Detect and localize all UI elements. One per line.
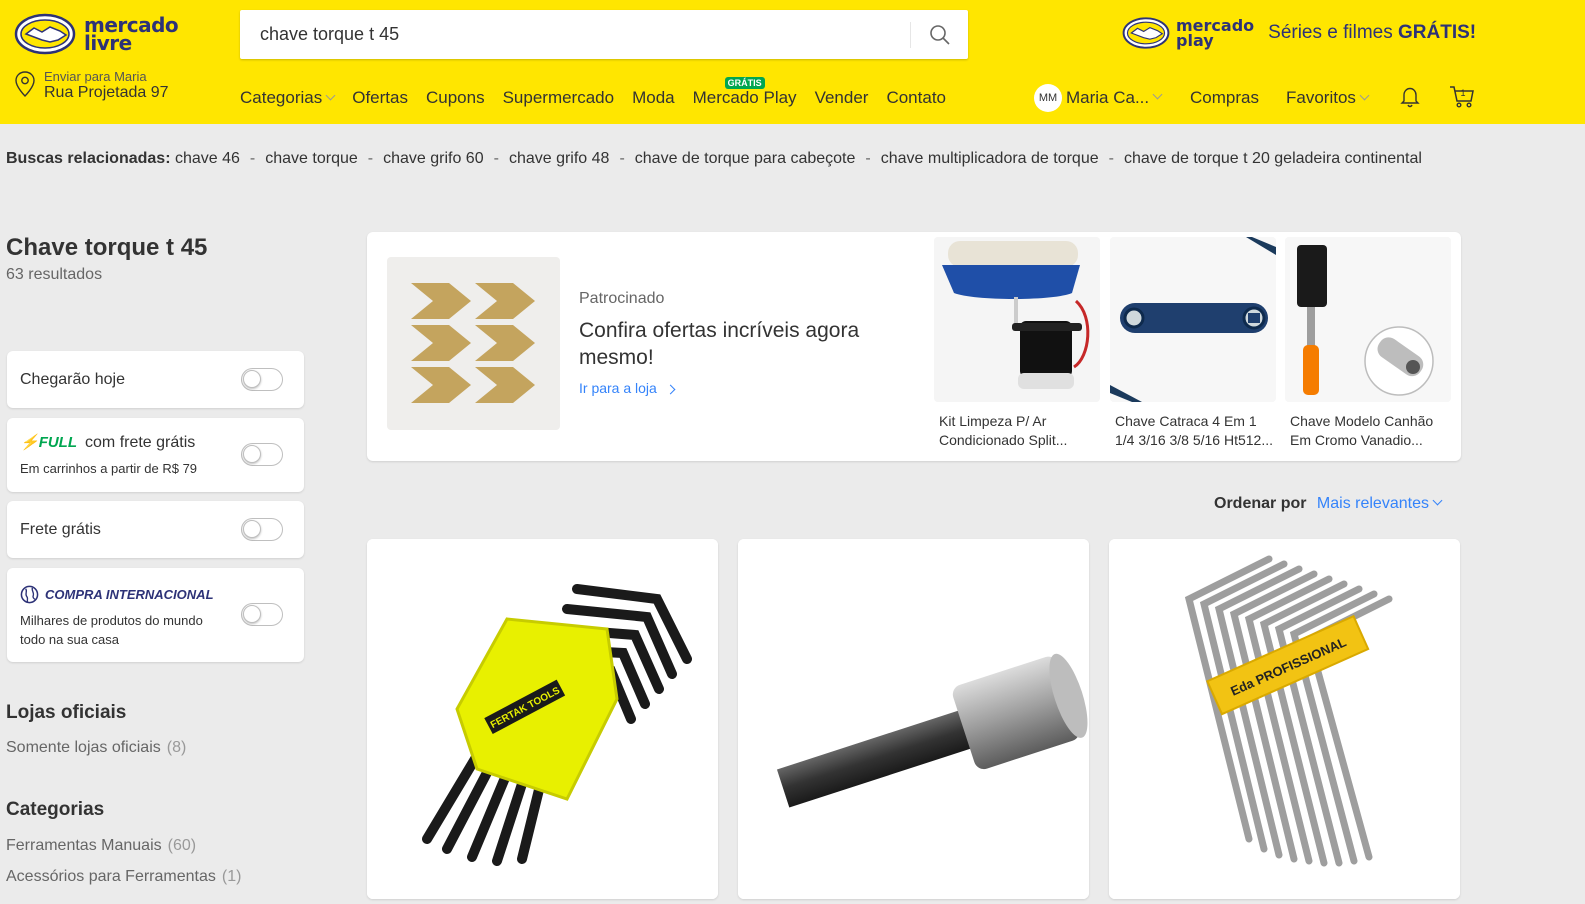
full-toggle[interactable] [241, 443, 283, 466]
go-to-store-link[interactable]: Ir para a loja [579, 380, 676, 396]
sponsored-title: Confira ofertas incríveis agora mesmo! [579, 319, 860, 369]
gratis-badge: GRÁTIS [724, 77, 765, 89]
related-label: Buscas relacionadas: [6, 150, 171, 167]
nav-supermercado[interactable]: Supermercado [503, 88, 615, 108]
chegarao-toggle[interactable] [241, 368, 283, 391]
product-card[interactable]: Eda PROFISSIONAL [1109, 539, 1460, 899]
mercado-play-logo-icon [1122, 17, 1170, 49]
related-link[interactable]: chave 46 [175, 150, 240, 167]
product-image: Eda PROFISSIONAL [1109, 539, 1460, 899]
related-link[interactable]: chave torque [265, 150, 358, 167]
chevron-down-icon [1152, 89, 1163, 99]
nav-ofertas[interactable]: Ofertas [352, 88, 408, 108]
chevron-down-icon [1432, 495, 1443, 506]
search-bar [240, 10, 968, 59]
product-card[interactable]: FERTAK TOOLS [367, 539, 718, 899]
related-link[interactable]: chave de torque para cabeçote [635, 150, 856, 167]
nav-mercado-play[interactable]: GRÁTIS Mercado Play [693, 77, 797, 108]
related-link[interactable]: chave multiplicadora de torque [881, 150, 1099, 167]
globe-icon [20, 585, 39, 604]
filter-compra-internacional: COMPRA INTERNACIONAL Milhares de produto… [7, 568, 304, 662]
category-link[interactable]: Ferramentas Manuais (60) [6, 837, 196, 855]
handshake-logo-icon [14, 13, 76, 55]
user-name: Maria Ca... [1066, 88, 1150, 107]
sort-label: Ordenar por [1214, 495, 1307, 512]
filter-chegarao-hoje: Chegarão hoje [7, 351, 304, 408]
nav-cupons[interactable]: Cupons [426, 88, 485, 108]
filter-frete-gratis: Frete grátis [7, 501, 304, 558]
frete-toggle[interactable] [241, 518, 283, 541]
results-count: 63 resultados [6, 266, 103, 283]
filter-sub: Milhares de produtos do mundo todo na su… [20, 613, 203, 647]
search-icon [930, 24, 950, 45]
header: mercado livre mercado play Séries e film… [0, 0, 1585, 124]
chevron-down-icon [1359, 90, 1370, 101]
search-button[interactable] [912, 10, 968, 59]
chevron-down-icon [325, 90, 336, 101]
product-name: Chave Catraca 4 Em 1 1/4 3/16 3/8 5/16 H… [1115, 413, 1274, 448]
chevron-right-icon [665, 384, 676, 395]
product-name: Chave Modelo Canhão Em Cromo Vanadio... [1290, 413, 1434, 448]
store-logo[interactable] [387, 257, 560, 430]
categorias-heading: Categorias [6, 799, 105, 820]
product-name: Kit Limpeza P/ Ar Condicionado Split... [939, 413, 1068, 448]
full-icon: ⚡FULL [20, 434, 78, 451]
related-link[interactable]: chave grifo 60 [383, 150, 484, 167]
related-searches: Buscas relacionadas: chave 46- chave torq… [6, 150, 1422, 167]
nav-categorias[interactable]: Categorias [240, 88, 336, 108]
filter-sub: Em carrinhos a partir de R$ 79 [20, 461, 198, 476]
search-divider [910, 22, 911, 48]
lojas-oficiais-link[interactable]: Somente lojas oficiais (8) [6, 739, 186, 757]
avatar: MM [1034, 84, 1062, 112]
address-label: Enviar para Maria [44, 69, 147, 84]
nav-vender[interactable]: Vender [815, 88, 869, 108]
sponsored-product[interactable]: Chave Modelo Canhão Em Cromo Vanadio... [1285, 237, 1451, 450]
cart-button[interactable]: 1 [1448, 82, 1476, 115]
filter-label: Chegarão hoje [20, 371, 125, 388]
results-title: Chave torque t 45 [6, 234, 208, 261]
location-pin-icon [15, 71, 35, 97]
search-input[interactable] [240, 10, 910, 59]
sort-dropdown[interactable]: Mais relevantes [1317, 495, 1443, 512]
delivery-address[interactable]: Enviar para Maria Rua Projetada 97 [14, 70, 169, 102]
filter-label: Frete grátis [20, 521, 101, 538]
lojas-oficiais-heading: Lojas oficiais [6, 702, 127, 723]
nav-moda[interactable]: Moda [632, 88, 675, 108]
cart-icon: 1 [1450, 86, 1474, 108]
mercado-play-promo: Séries e filmes GRÁTIS! [1268, 22, 1477, 43]
nav-contato[interactable]: Contato [886, 88, 946, 108]
filter-label: COMPRA INTERNACIONAL [20, 585, 214, 604]
sponsored-banner: Patrocinado Confira ofertas incríveis ag… [367, 232, 1461, 461]
intl-toggle[interactable] [241, 603, 283, 626]
mercado-play-wordmark: mercado play [1176, 16, 1255, 50]
mercado-livre-logo[interactable]: mercado livre [14, 12, 179, 56]
cart-count: 1 [1460, 88, 1465, 98]
address-value: Rua Projetada 97 [44, 84, 169, 101]
sponsored-label: Patrocinado [579, 290, 665, 307]
notifications-button[interactable] [1398, 84, 1422, 113]
sort-control: Ordenar por Mais relevantes [1214, 495, 1443, 513]
sponsored-product[interactable]: Kit Limpeza P/ Ar Condicionado Split... [934, 237, 1100, 450]
related-link[interactable]: chave de torque t 20 geladeira continent… [1124, 150, 1422, 167]
product-card[interactable] [738, 539, 1089, 899]
product-image [1110, 237, 1276, 402]
product-image [738, 539, 1089, 899]
compras-link[interactable]: Compras [1190, 88, 1259, 108]
favoritos-link[interactable]: Favoritos [1286, 88, 1370, 108]
mercado-play-banner[interactable]: mercado play Séries e filmes GRÁTIS! [1122, 16, 1476, 50]
product-image [934, 237, 1100, 402]
product-image: FERTAK TOOLS [367, 539, 718, 899]
filter-label: ⚡FULL com frete grátis [20, 434, 196, 451]
sponsored-product[interactable]: Chave Catraca 4 Em 1 1/4 3/16 3/8 5/16 H… [1110, 237, 1276, 450]
store-brand-logo-icon [410, 282, 535, 403]
main-nav: Categorias Ofertas Cupons Supermercado M… [240, 77, 964, 108]
filter-full: ⚡FULL com frete grátis Em carrinhos a par… [7, 418, 304, 492]
bell-icon [1400, 87, 1420, 108]
logo-wordmark: mercado livre [84, 13, 179, 55]
product-image [1285, 237, 1451, 402]
related-link[interactable]: chave grifo 48 [509, 150, 610, 167]
user-menu[interactable]: MM Maria Ca... [1034, 84, 1163, 112]
category-link[interactable]: Acessórios para Ferramentas (1) [6, 868, 241, 886]
